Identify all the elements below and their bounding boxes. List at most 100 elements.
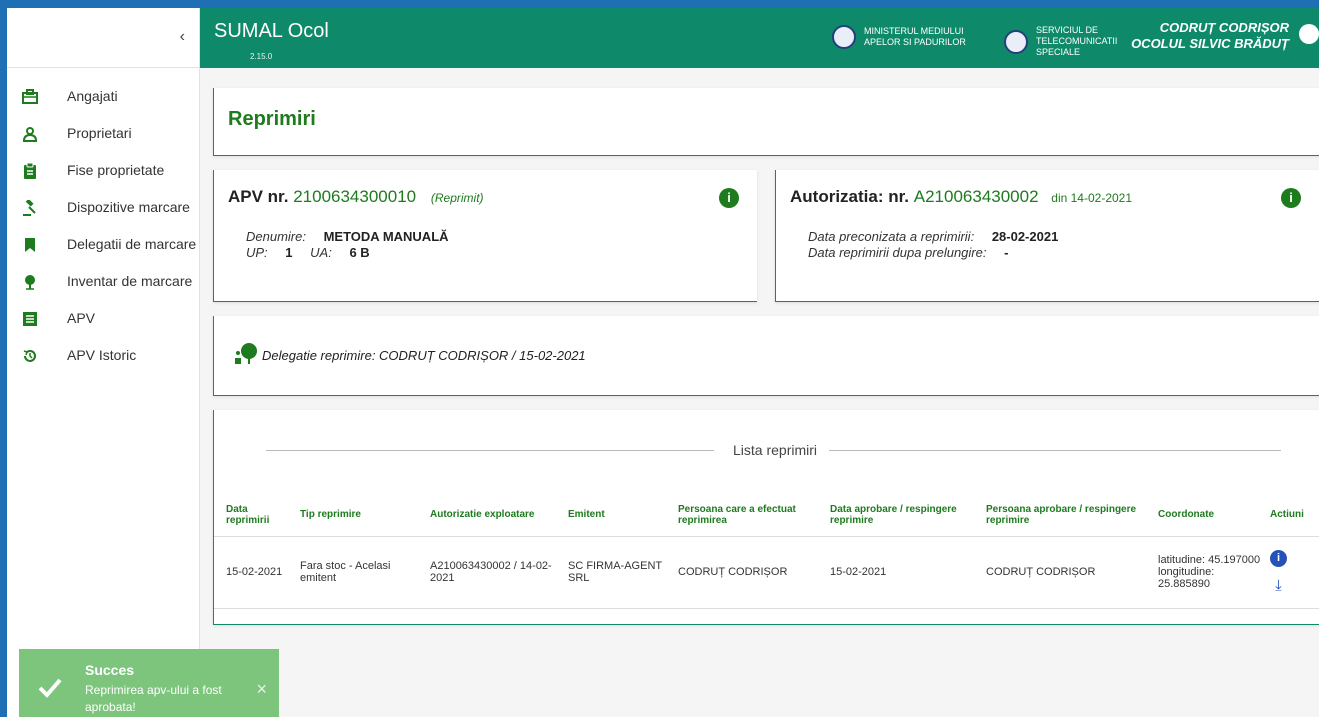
top-bar: SUMAL Ocol 2.15.0 MINISTERUL MEDIULUI AP…	[200, 8, 1319, 68]
toast-message: Reprimirea apv-ului a fost aprobata!	[85, 683, 222, 714]
authorization-card: Autorizatia: nr. A210063430002 din 14-02…	[775, 170, 1319, 302]
apv-title: APV nr. 2100634300010 (Reprimit)	[228, 187, 484, 207]
up-label: UP:	[246, 245, 268, 260]
page-header: Reprimiri	[213, 88, 1319, 156]
denumire-value: METODA MANUALĂ	[323, 229, 449, 244]
sidebar-header: ‹	[7, 8, 199, 68]
history-icon	[21, 347, 39, 365]
main-content: Reprimiri APV nr. 2100634300010 (Reprimi…	[213, 88, 1319, 625]
authorization-number: A210063430002	[913, 187, 1039, 206]
apv-info-icon[interactable]: i	[719, 188, 739, 208]
list-title: Lista reprimiri	[733, 442, 818, 458]
divider-right	[829, 450, 1281, 451]
apv-up-ua: UP: 1 UA: 6 B	[246, 245, 370, 261]
sidebar-item-fise-proprietate[interactable]: Fise proprietate	[7, 152, 199, 189]
ua-value: 6 B	[349, 245, 370, 260]
user-unit: OCOLUL SILVIC BRĂDUȚ	[1131, 36, 1289, 51]
list-icon	[21, 310, 39, 328]
delegation-text: Delegatie reprimire: CODRUȚ CODRIȘOR / 1…	[262, 348, 586, 363]
person-icon	[21, 125, 39, 143]
clipboard-icon	[21, 162, 39, 180]
preconizata-value: 28-02-2021	[991, 229, 1059, 244]
sidebar-item-dispozitive-marcare[interactable]: Dispozitive marcare	[7, 189, 199, 226]
prelungire-label: Data reprimirii dupa prelungire:	[808, 245, 987, 260]
up-value: 1	[285, 245, 293, 260]
prelungire-value: -	[1004, 245, 1009, 260]
sidebar-item-label: APV	[67, 310, 96, 326]
page-title: Reprimiri	[228, 108, 316, 130]
sts-seal-icon	[1004, 29, 1028, 54]
close-icon[interactable]: ×	[256, 679, 267, 700]
sidebar-item-label: Fise proprietate	[67, 162, 165, 178]
cell-data: 15-02-2021	[214, 536, 296, 609]
preconizata-label: Data preconizata a reprimirii:	[808, 229, 975, 244]
ua-label: UA:	[310, 245, 332, 260]
summary-cards: APV nr. 2100634300010 (Reprimit) i Denum…	[213, 170, 1319, 302]
delegation-tree-icon	[234, 342, 258, 366]
reprimiri-list-panel: Lista reprimiri Data reprimirii Tip repr…	[213, 410, 1319, 625]
reprimiri-table: Data reprimirii Tip reprimire Autorizati…	[214, 494, 1319, 609]
sidebar-item-delegatii-de-marcare[interactable]: Delegatii de marcare	[7, 226, 199, 263]
cell-persoana: CODRUȚ CODRIȘOR	[674, 536, 826, 609]
account-circle-icon[interactable]	[1299, 24, 1319, 44]
sidebar-nav: Angajati Proprietari Fise proprietate Di…	[7, 68, 199, 374]
cell-tip: Fara stoc - Acelasi emitent	[296, 536, 426, 609]
divider-left	[266, 450, 714, 451]
sidebar: ‹ Angajati Proprietari Fise proprietate	[7, 8, 200, 717]
sidebar-item-label: APV Istoric	[67, 347, 137, 363]
cell-data-aprobare: 15-02-2021	[826, 536, 982, 609]
sidebar-item-apv-istoric[interactable]: APV Istoric	[7, 337, 199, 374]
sidebar-item-label: Inventar de marcare	[67, 273, 193, 289]
sidebar-item-label: Dispozitive marcare	[67, 199, 190, 215]
app-frame: ‹ Angajati Proprietari Fise proprietate	[0, 0, 1319, 717]
table-row: 15-02-2021 Fara stoc - Acelasi emitent A…	[214, 536, 1319, 609]
cell-actions: i ⤓	[1266, 536, 1319, 609]
column-header: Coordonate	[1154, 494, 1266, 537]
apv-number: 2100634300010	[293, 187, 417, 206]
delegation-panel: Delegatie reprimire: CODRUȚ CODRIȘOR / 1…	[213, 316, 1319, 396]
denumire-label: Denumire:	[246, 229, 306, 244]
collapse-sidebar-button[interactable]: ‹	[180, 28, 185, 46]
cell-emitent: SC FIRMA-AGENT SRL	[564, 536, 674, 609]
app-title: SUMAL Ocol	[214, 20, 329, 42]
authorization-label: Autorizatia: nr.	[790, 187, 910, 206]
app-version: 2.15.0	[250, 52, 273, 61]
column-header: Data reprimirii	[214, 494, 296, 537]
column-header: Tip reprimire	[296, 494, 426, 537]
column-header: Emitent	[564, 494, 674, 537]
sidebar-item-label: Proprietari	[67, 125, 132, 141]
sidebar-item-label: Angajati	[67, 88, 118, 104]
tree-icon	[21, 273, 39, 291]
cell-persoana-aprobare: CODRUȚ CODRIȘOR	[982, 536, 1154, 609]
authorization-info-icon[interactable]: i	[1281, 188, 1301, 208]
sidebar-item-inventar-de-marcare[interactable]: Inventar de marcare	[7, 263, 199, 300]
bookmark-icon	[21, 236, 39, 254]
cell-coordonate: latitudine: 45.197000 longitudine: 25.88…	[1154, 536, 1266, 609]
download-icon[interactable]: ⤓	[1270, 577, 1287, 594]
ministry-org: MINISTERUL MEDIULUI APELOR SI PADURILOR	[832, 25, 992, 49]
sidebar-item-apv[interactable]: APV	[7, 300, 199, 337]
sidebar-item-label: Delegatii de marcare	[67, 236, 197, 252]
user-name: CODRUȚ CODRIȘOR	[1159, 20, 1289, 35]
column-header: Actiuni	[1266, 494, 1319, 537]
apv-status-tag: (Reprimit)	[430, 191, 484, 205]
sidebar-item-angajati[interactable]: Angajati	[7, 78, 199, 115]
check-icon	[38, 678, 62, 698]
briefcase-icon	[21, 88, 39, 106]
cell-autorizatie: A210063430002 / 14-02-2021	[426, 536, 564, 609]
apv-denumire: Denumire: METODA MANUALĂ	[246, 229, 449, 245]
table-header-row: Data reprimirii Tip reprimire Autorizati…	[214, 494, 1319, 537]
ministry-seal-icon	[832, 25, 856, 49]
apv-card: APV nr. 2100634300010 (Reprimit) i Denum…	[213, 170, 757, 302]
apv-label: APV nr.	[228, 187, 289, 206]
toast-title: Succes	[85, 662, 135, 678]
sidebar-item-proprietari[interactable]: Proprietari	[7, 115, 199, 152]
authorization-date: din 14-02-2021	[1051, 191, 1133, 205]
column-header: Persoana care a efectuat reprimirea	[674, 494, 826, 537]
data-prelungire: Data reprimirii dupa prelungire: -	[808, 245, 1008, 261]
user-info[interactable]: CODRUȚ CODRIȘOR OCOLUL SILVIC BRĂDUȚ	[1131, 20, 1289, 52]
authorization-title: Autorizatia: nr. A210063430002 din 14-02…	[790, 187, 1132, 207]
gavel-icon	[21, 199, 39, 217]
ministry-name: MINISTERUL MEDIULUI APELOR SI PADURILOR	[864, 26, 966, 47]
row-info-icon[interactable]: i	[1270, 550, 1287, 567]
